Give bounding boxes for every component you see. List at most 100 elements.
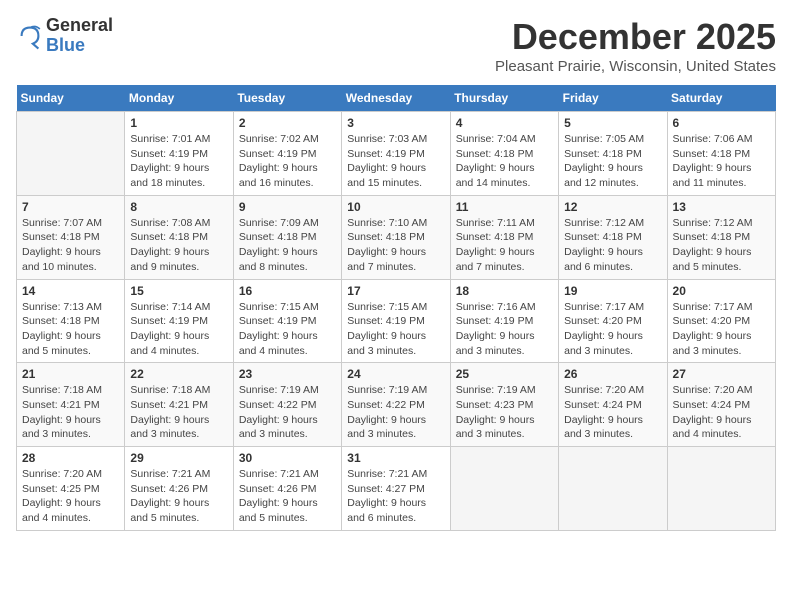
day-info: Sunrise: 7:15 AMSunset: 4:19 PMDaylight:… [239,300,336,359]
day-info: Sunrise: 7:11 AMSunset: 4:18 PMDaylight:… [456,216,553,275]
calendar-week-4: 21 Sunrise: 7:18 AMSunset: 4:21 PMDayligh… [17,363,776,447]
calendar-cell: 7 Sunrise: 7:07 AMSunset: 4:18 PMDaylight… [17,195,125,279]
day-number: 29 [130,451,227,465]
day-info: Sunrise: 7:19 AMSunset: 4:23 PMDaylight:… [456,383,553,442]
day-info: Sunrise: 7:20 AMSunset: 4:24 PMDaylight:… [564,383,661,442]
calendar-cell: 24 Sunrise: 7:19 AMSunset: 4:22 PMDayligh… [342,363,450,447]
day-number: 15 [130,284,227,298]
calendar-cell: 5 Sunrise: 7:05 AMSunset: 4:18 PMDaylight… [559,112,667,196]
day-number: 11 [456,200,553,214]
logo-blue: Blue [46,36,113,56]
calendar-week-1: 1 Sunrise: 7:01 AMSunset: 4:19 PMDaylight… [17,112,776,196]
day-number: 6 [673,116,770,130]
calendar-cell: 27Sunrise: 7:20 AMSunset: 4:24 PMDayligh… [667,363,775,447]
calendar-header-friday: Friday [559,85,667,112]
day-number: 24 [347,367,444,381]
logo: General Blue [16,16,113,56]
day-info: Sunrise: 7:17 AMSunset: 4:20 PMDaylight:… [564,300,661,359]
day-info: Sunrise: 7:13 AMSunset: 4:18 PMDaylight:… [22,300,119,359]
day-info: Sunrise: 7:04 AMSunset: 4:18 PMDaylight:… [456,132,553,191]
calendar-cell: 9 Sunrise: 7:09 AMSunset: 4:18 PMDaylight… [233,195,341,279]
day-number: 3 [347,116,444,130]
calendar-cell: 3 Sunrise: 7:03 AMSunset: 4:19 PMDaylight… [342,112,450,196]
day-info: Sunrise: 7:15 AMSunset: 4:19 PMDaylight:… [347,300,444,359]
calendar-cell: 12Sunrise: 7:12 AMSunset: 4:18 PMDayligh… [559,195,667,279]
calendar-header-sunday: Sunday [17,85,125,112]
calendar-cell: 23Sunrise: 7:19 AMSunset: 4:22 PMDayligh… [233,363,341,447]
calendar-cell: 26 Sunrise: 7:20 AMSunset: 4:24 PMDayligh… [559,363,667,447]
day-number: 22 [130,367,227,381]
day-info: Sunrise: 7:07 AMSunset: 4:18 PMDaylight:… [22,216,119,275]
month-title: December 2025 [495,16,776,58]
calendar-cell [559,447,667,531]
calendar-cell: 28 Sunrise: 7:20 AMSunset: 4:25 PMDayligh… [17,447,125,531]
day-number: 26 [564,367,661,381]
day-info: Sunrise: 7:09 AMSunset: 4:18 PMDaylight:… [239,216,336,275]
calendar-cell: 21 Sunrise: 7:18 AMSunset: 4:21 PMDayligh… [17,363,125,447]
calendar-header-monday: Monday [125,85,233,112]
day-number: 28 [22,451,119,465]
day-number: 23 [239,367,336,381]
calendar-cell: 2Sunrise: 7:02 AMSunset: 4:19 PMDaylight… [233,112,341,196]
day-number: 20 [673,284,770,298]
day-info: Sunrise: 7:08 AMSunset: 4:18 PMDaylight:… [130,216,227,275]
day-number: 4 [456,116,553,130]
logo-icon [16,22,44,50]
day-number: 19 [564,284,661,298]
calendar-cell: 13Sunrise: 7:12 AMSunset: 4:18 PMDayligh… [667,195,775,279]
day-number: 7 [22,200,119,214]
day-info: Sunrise: 7:19 AMSunset: 4:22 PMDaylight:… [347,383,444,442]
calendar: SundayMondayTuesdayWednesdayThursdayFrid… [16,85,776,531]
day-number: 9 [239,200,336,214]
day-number: 21 [22,367,119,381]
day-number: 14 [22,284,119,298]
day-number: 8 [130,200,227,214]
day-info: Sunrise: 7:18 AMSunset: 4:21 PMDaylight:… [130,383,227,442]
calendar-header-row: SundayMondayTuesdayWednesdayThursdayFrid… [17,85,776,112]
day-info: Sunrise: 7:16 AMSunset: 4:19 PMDaylight:… [456,300,553,359]
calendar-header-tuesday: Tuesday [233,85,341,112]
day-info: Sunrise: 7:20 AMSunset: 4:24 PMDaylight:… [673,383,770,442]
day-info: Sunrise: 7:06 AMSunset: 4:18 PMDaylight:… [673,132,770,191]
calendar-week-5: 28 Sunrise: 7:20 AMSunset: 4:25 PMDayligh… [17,447,776,531]
day-info: Sunrise: 7:21 AMSunset: 4:27 PMDaylight:… [347,467,444,526]
day-number: 31 [347,451,444,465]
day-info: Sunrise: 7:18 AMSunset: 4:21 PMDaylight:… [22,383,119,442]
day-info: Sunrise: 7:12 AMSunset: 4:18 PMDaylight:… [564,216,661,275]
calendar-cell: 18 Sunrise: 7:16 AMSunset: 4:19 PMDayligh… [450,279,558,363]
calendar-cell: 15Sunrise: 7:14 AMSunset: 4:19 PMDayligh… [125,279,233,363]
day-number: 30 [239,451,336,465]
calendar-cell: 29 Sunrise: 7:21 AMSunset: 4:26 PMDayligh… [125,447,233,531]
calendar-cell: 8 Sunrise: 7:08 AMSunset: 4:18 PMDaylight… [125,195,233,279]
day-info: Sunrise: 7:20 AMSunset: 4:25 PMDaylight:… [22,467,119,526]
day-info: Sunrise: 7:01 AMSunset: 4:19 PMDaylight:… [130,132,227,191]
calendar-cell [450,447,558,531]
calendar-cell: 22 Sunrise: 7:18 AMSunset: 4:21 PMDayligh… [125,363,233,447]
day-info: Sunrise: 7:17 AMSunset: 4:20 PMDaylight:… [673,300,770,359]
calendar-cell: 30 Sunrise: 7:21 AMSunset: 4:26 PMDayligh… [233,447,341,531]
calendar-cell: 1 Sunrise: 7:01 AMSunset: 4:19 PMDaylight… [125,112,233,196]
calendar-cell: 14 Sunrise: 7:13 AMSunset: 4:18 PMDayligh… [17,279,125,363]
day-number: 18 [456,284,553,298]
calendar-cell: 11 Sunrise: 7:11 AMSunset: 4:18 PMDayligh… [450,195,558,279]
logo-text: General Blue [46,16,113,56]
calendar-cell: 4 Sunrise: 7:04 AMSunset: 4:18 PMDaylight… [450,112,558,196]
day-number: 25 [456,367,553,381]
calendar-cell: 10Sunrise: 7:10 AMSunset: 4:18 PMDayligh… [342,195,450,279]
location: Pleasant Prairie, Wisconsin, United Stat… [495,58,776,75]
day-info: Sunrise: 7:12 AMSunset: 4:18 PMDaylight:… [673,216,770,275]
day-number: 2 [239,116,336,130]
calendar-cell: 17Sunrise: 7:15 AMSunset: 4:19 PMDayligh… [342,279,450,363]
day-number: 1 [130,116,227,130]
calendar-cell: 20 Sunrise: 7:17 AMSunset: 4:20 PMDayligh… [667,279,775,363]
day-info: Sunrise: 7:21 AMSunset: 4:26 PMDaylight:… [239,467,336,526]
day-info: Sunrise: 7:21 AMSunset: 4:26 PMDaylight:… [130,467,227,526]
day-info: Sunrise: 7:10 AMSunset: 4:18 PMDaylight:… [347,216,444,275]
calendar-header-thursday: Thursday [450,85,558,112]
calendar-cell: 31 Sunrise: 7:21 AMSunset: 4:27 PMDayligh… [342,447,450,531]
calendar-header-saturday: Saturday [667,85,775,112]
day-number: 5 [564,116,661,130]
calendar-cell [17,112,125,196]
day-info: Sunrise: 7:05 AMSunset: 4:18 PMDaylight:… [564,132,661,191]
day-info: Sunrise: 7:03 AMSunset: 4:19 PMDaylight:… [347,132,444,191]
